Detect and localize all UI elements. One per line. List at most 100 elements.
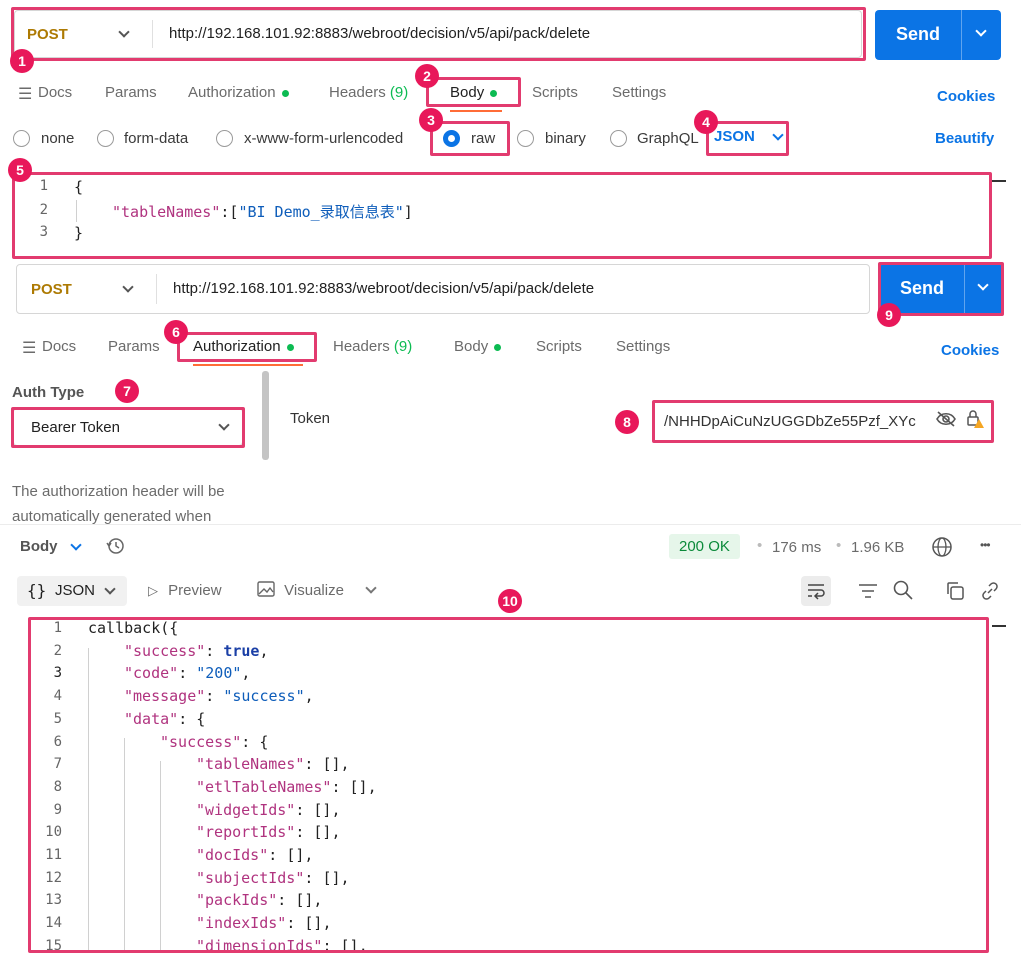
radio-urlencoded[interactable]	[216, 130, 233, 147]
wrap-lines-button[interactable]	[801, 576, 831, 606]
annotation-box-8	[652, 400, 994, 443]
docs-icon: ☰	[18, 86, 33, 103]
token-label: Token	[290, 410, 331, 427]
divider	[156, 274, 157, 304]
tab-headers-count: (9)	[393, 338, 413, 355]
copy-icon[interactable]	[945, 581, 965, 605]
response-body-tab[interactable]: Body	[20, 538, 82, 555]
active-tab-underline	[193, 364, 303, 366]
annotation-badge: 1	[10, 49, 34, 73]
annotation-badge: 2	[415, 64, 439, 88]
wrap-icon	[808, 584, 825, 600]
editor-edge-marker	[992, 625, 1006, 627]
annotation-box-2	[426, 77, 521, 107]
radio-form-data-label: form-data	[124, 130, 189, 147]
cookies-link[interactable]: Cookies	[941, 342, 999, 359]
tab-headers[interactable]: Headers (9)	[333, 338, 412, 355]
beautify-link[interactable]: Beautify	[935, 130, 994, 147]
radio-urlencoded-label: x-www-form-urlencoded	[244, 130, 404, 147]
send-label: Send	[896, 24, 941, 44]
annotation-box-1	[11, 7, 866, 61]
tab-params[interactable]: Params	[105, 84, 157, 101]
image-icon	[257, 581, 275, 597]
annotation-badge: 7	[115, 379, 139, 403]
search-icon[interactable]	[893, 580, 913, 604]
tab-headers-label: Headers	[329, 84, 386, 101]
chevron-down-icon[interactable]	[365, 582, 377, 594]
more-options-icon[interactable]: •••	[980, 538, 991, 552]
auth-description: The authorization header will be	[12, 483, 225, 500]
history-icon[interactable]	[105, 536, 125, 560]
tab-scripts[interactable]: Scripts	[532, 84, 578, 101]
globe-icon[interactable]	[931, 536, 953, 562]
tab-headers[interactable]: Headers (9)	[329, 84, 408, 101]
tab-headers-label: Headers	[333, 338, 390, 355]
annotation-box-10	[28, 617, 989, 953]
active-dot-icon	[281, 89, 289, 97]
cookies-link[interactable]: Cookies	[937, 88, 995, 105]
annotation-badge: 9	[877, 303, 901, 327]
annotation-box-5	[12, 172, 992, 259]
filter-icon[interactable]	[858, 582, 878, 604]
chevron-down-icon	[104, 583, 116, 595]
tab-body[interactable]: Body	[454, 338, 502, 355]
annotation-box-6	[177, 332, 317, 362]
visualize-button[interactable]: Visualize	[257, 581, 344, 599]
chevron-down-icon	[122, 281, 134, 293]
status-badge: 200 OK	[669, 534, 740, 559]
link-icon[interactable]	[980, 581, 1000, 605]
method-label: POST	[31, 281, 72, 298]
preview-button[interactable]: ▷ Preview	[148, 582, 222, 599]
preview-label: Preview	[168, 582, 222, 599]
tab-params[interactable]: Params	[108, 338, 160, 355]
editor-edge-marker	[992, 180, 1006, 182]
annotation-box-7	[11, 407, 245, 448]
tab-settings[interactable]: Settings	[616, 338, 670, 355]
tab-scripts[interactable]: Scripts	[536, 338, 582, 355]
status-text: 200 OK	[679, 538, 730, 555]
response-format-label: JSON	[55, 582, 96, 599]
tab-headers-count: (9)	[389, 84, 409, 101]
annotation-badge: 6	[164, 320, 188, 344]
radio-binary[interactable]	[517, 130, 534, 147]
response-body-label: Body	[20, 538, 58, 555]
tab-body-label: Body	[454, 338, 489, 355]
radio-none-label: none	[41, 130, 75, 147]
tab-settings[interactable]: Settings	[612, 84, 666, 101]
method-select[interactable]: POST	[16, 264, 156, 314]
tab-authorization-label: Authorization	[188, 84, 276, 101]
auth-description: automatically generated when	[12, 508, 212, 525]
active-dot-icon	[494, 343, 502, 351]
chevron-down-icon	[975, 25, 987, 37]
docs-icon: ☰	[22, 340, 37, 357]
radio-graphql[interactable]	[610, 130, 627, 147]
annotation-badge: 5	[8, 158, 32, 182]
annotation-badge: 3	[419, 108, 443, 132]
annotation-badge: 4	[694, 110, 718, 134]
send-button[interactable]: Send	[875, 10, 1001, 60]
annotation-badge: 8	[615, 410, 639, 434]
tab-docs-label: Docs	[38, 84, 73, 101]
chevron-down-icon	[70, 539, 82, 551]
active-tab-underline	[450, 110, 502, 112]
radio-graphql-label: GraphQL	[637, 130, 699, 147]
radio-binary-label: binary	[545, 130, 586, 147]
response-size: 1.96 KB	[851, 539, 905, 556]
auth-type-label: Auth Type	[12, 384, 85, 401]
radio-none[interactable]	[13, 130, 30, 147]
response-divider	[0, 524, 1021, 525]
annotation-box-4	[706, 121, 789, 156]
play-icon: ▷	[148, 583, 158, 598]
braces-icon: {}	[27, 581, 47, 600]
annotation-badge: 10	[498, 589, 522, 613]
scrollbar[interactable]	[262, 371, 269, 460]
send-options-button[interactable]	[961, 10, 1001, 60]
annotation-box-3	[430, 121, 510, 156]
response-time: 176 ms	[772, 539, 822, 556]
visualize-label: Visualize	[284, 582, 344, 599]
url-input[interactable]: http://192.168.101.92:8883/webroot/decis…	[173, 280, 594, 297]
tab-docs-label: Docs	[42, 338, 77, 355]
radio-form-data[interactable]	[97, 130, 114, 147]
response-format-select[interactable]: {} JSON	[17, 576, 127, 606]
tab-authorization[interactable]: Authorization	[188, 84, 289, 101]
